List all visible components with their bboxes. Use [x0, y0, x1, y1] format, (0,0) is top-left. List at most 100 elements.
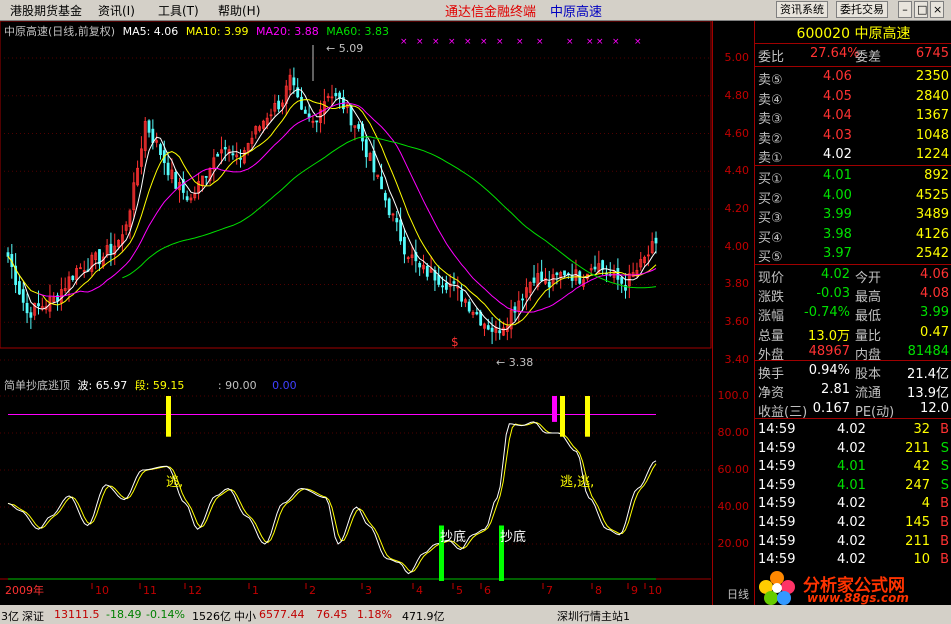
menu-item-tools[interactable]: 工具(T) — [158, 2, 199, 19]
signal-x-marker: × — [596, 37, 604, 47]
stat-value: 4.08 — [920, 286, 949, 302]
candle-body — [521, 298, 524, 301]
y-tick-sub: 40.00 — [717, 500, 750, 513]
order-label: 卖② — [758, 131, 783, 147]
period-label: 日线 — [727, 588, 749, 601]
stock-period-label: 中原高速(日线,前复权) — [4, 25, 116, 38]
candle-body — [452, 281, 456, 284]
candle-body — [364, 139, 368, 158]
status-bar: 3亿 深证 13111.5 -18.49 -0.14% 1526亿 中小 657… — [0, 605, 951, 624]
sz-index-label[interactable]: 深证 — [22, 608, 44, 624]
y-tick-main: 3.80 — [724, 277, 750, 290]
tick-price: 4.01 — [837, 477, 866, 493]
ma5-legend: MA5: 4.06 — [122, 25, 179, 38]
trade-button[interactable]: 委托交易 — [836, 1, 888, 18]
tick-price: 4.02 — [837, 533, 866, 549]
candle-body — [383, 192, 387, 201]
menu-item-help[interactable]: 帮助(H) — [218, 2, 260, 19]
tick-row: 14:59 4.02 211 S — [755, 440, 951, 459]
weicha-value: 6745 — [915, 46, 949, 61]
signal-x-marker: × — [496, 37, 504, 47]
order-price: 4.02 — [823, 147, 852, 163]
x-tick-label: 12 — [188, 584, 202, 597]
price-axis: 5.00 4.80 4.60 4.40 4.20 4.00 3.80 3.60 3.40 100… — [713, 21, 753, 605]
order-row: 买③ 3.99 3489 — [755, 206, 951, 226]
sz-index-pct: -0.14% — [146, 608, 185, 621]
stat-row: 总量 13.0万 量比 0.47 — [755, 324, 951, 344]
escape-signal-bar — [585, 396, 590, 437]
candle-body — [185, 196, 189, 201]
stat-label: 换手 — [758, 367, 785, 382]
kline-chart-svg[interactable]: ← 5.09← 3.38$× × × × × × × × × × × × × ×逃, 逃,逃,抄底 抄底200… — [0, 21, 712, 605]
stat-value: 2.81 — [821, 382, 850, 398]
candle-body — [37, 303, 40, 307]
zx-index-label[interactable]: 中小 — [234, 608, 256, 624]
maximize-icon[interactable]: □ — [914, 1, 928, 18]
stat-value: 21.4亿 — [907, 367, 949, 382]
candle-body — [593, 266, 597, 270]
order-volume: 2542 — [915, 246, 949, 262]
candle-body — [223, 146, 227, 150]
order-volume: 1367 — [915, 108, 949, 124]
candle-body — [231, 153, 235, 156]
info-system-button[interactable]: 资讯系统 — [776, 1, 828, 18]
candle-body — [29, 312, 33, 318]
signal-x-marker: × — [586, 37, 594, 47]
y-tick-main: 4.80 — [724, 89, 750, 102]
stat-row: 涨跌 -0.03 最高 4.08 — [755, 285, 951, 305]
ma20-legend: MA20: 3.88 — [256, 25, 319, 38]
tick-time: 14:59 — [758, 515, 796, 530]
tick-volume: 145 — [905, 515, 930, 530]
stat-value: -0.74% — [804, 305, 850, 321]
stat-row: 换手 0.94% 股本 21.4亿 — [755, 362, 951, 382]
sz-index-amount: 1526亿 — [192, 610, 231, 623]
order-row: 买① 4.01 892 — [755, 167, 951, 187]
order-price: 4.06 — [823, 69, 852, 84]
x-tick-label: 1 — [252, 584, 259, 597]
y-tick-sub: 60.00 — [717, 463, 750, 476]
stat-value: 13.9亿 — [907, 386, 949, 402]
candle-body — [6, 252, 10, 257]
weibi-row: 委比 27.64% 委差 6745 — [755, 45, 951, 65]
signal-x-marker: × — [416, 37, 424, 47]
order-label: 卖④ — [758, 92, 783, 108]
x-tick-label: 2 — [309, 584, 316, 597]
candle-body — [563, 270, 566, 276]
tick-time: 14:59 — [758, 552, 796, 568]
stat-value: 0.94% — [808, 363, 850, 378]
candle-body — [498, 330, 502, 334]
wave-line — [7, 421, 657, 575]
signal-x-marker: × — [448, 37, 456, 47]
ma20-line — [38, 102, 657, 313]
candle-body — [399, 219, 403, 242]
close-icon[interactable]: × — [930, 1, 944, 18]
stock-code-name: 600020 中原高速 — [796, 26, 911, 42]
candle-body — [654, 237, 658, 244]
candle-body — [216, 153, 220, 157]
candle-body — [460, 290, 464, 302]
order-volume: 2350 — [915, 69, 949, 84]
wave-value: 波: 65.97 — [77, 379, 128, 392]
stat-value: -0.03 — [816, 286, 850, 302]
candle-body — [395, 218, 399, 223]
order-row: 买④ 3.98 4126 — [755, 226, 951, 246]
stat-value: 0.47 — [920, 324, 949, 340]
kline-chart-panel[interactable]: ← 5.09 ← 3.38 $ × × × × × × × × × × × × × × 逃, 逃,逃, 抄底 抄底 200… — [0, 21, 713, 605]
server-station[interactable]: 深圳行情主站1 — [557, 608, 630, 624]
y-tick-main: 4.40 — [724, 164, 750, 177]
candle-body — [418, 262, 422, 268]
order-label: 卖③ — [758, 112, 783, 128]
order-volume: 3489 — [915, 207, 949, 223]
tick-time: 14:59 — [758, 496, 796, 512]
menu-item-info[interactable]: 资讯(I) — [98, 2, 135, 19]
tick-price: 4.01 — [837, 459, 866, 475]
tick-direction: B — [940, 515, 949, 530]
candle-body — [620, 277, 624, 284]
menu-item-hk-futures[interactable]: 港股期货基金 — [10, 2, 82, 19]
bottom-label: 抄底 — [500, 529, 526, 545]
minimize-icon[interactable]: – — [898, 1, 912, 18]
tick-price: 4.02 — [837, 440, 866, 456]
order-price: 3.98 — [823, 226, 852, 242]
weibi-value: 27.64% — [810, 46, 860, 61]
tick-volume: 247 — [905, 477, 930, 493]
